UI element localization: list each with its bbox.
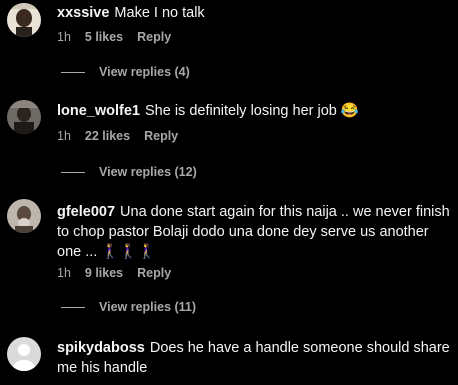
replies-divider-line bbox=[61, 172, 85, 174]
avatar[interactable] bbox=[7, 199, 41, 233]
view-replies-label: View replies (11) bbox=[99, 300, 197, 314]
comment-body: lone_wolfe1 She is definitely losing her … bbox=[57, 101, 452, 121]
reply-button[interactable]: Reply bbox=[137, 266, 171, 280]
view-replies-button[interactable]: View replies (4) bbox=[61, 65, 190, 79]
comment-username[interactable]: gfele007 bbox=[57, 204, 115, 220]
comment-text: Make I no talk bbox=[114, 5, 205, 21]
view-replies-label: View replies (4) bbox=[99, 65, 190, 79]
replies-divider-line bbox=[61, 72, 85, 74]
comment-body: spikydaboss Does he have a handle someone… bbox=[57, 338, 452, 378]
comment-likes[interactable]: 9 likes bbox=[85, 266, 123, 280]
comment-body: xxssive Make I no talk bbox=[57, 3, 452, 23]
view-replies-button[interactable]: View replies (11) bbox=[61, 300, 196, 314]
avatar[interactable] bbox=[7, 100, 41, 134]
reply-button[interactable]: Reply bbox=[137, 30, 171, 44]
comment-meta: 1h 22 likes Reply bbox=[57, 129, 192, 143]
view-replies-button[interactable]: View replies (12) bbox=[61, 165, 197, 179]
comment-time: 1h bbox=[57, 30, 71, 44]
comment-text: Una done start again for this naija .. w… bbox=[57, 204, 450, 260]
comment-time: 1h bbox=[57, 266, 71, 280]
comment-username[interactable]: xxssive bbox=[57, 5, 109, 21]
comment-username[interactable]: lone_wolfe1 bbox=[57, 103, 140, 119]
comment-meta: 1h 9 likes Reply bbox=[57, 266, 185, 280]
reply-button[interactable]: Reply bbox=[144, 129, 178, 143]
comment-likes[interactable]: 22 likes bbox=[85, 129, 130, 143]
view-replies-label: View replies (12) bbox=[99, 165, 197, 179]
comment-likes[interactable]: 5 likes bbox=[85, 30, 123, 44]
comment-body: gfele007 Una done start again for this na… bbox=[57, 202, 452, 262]
comment-time: 1h bbox=[57, 129, 71, 143]
comment-text: She is definitely losing her job 😂 bbox=[145, 103, 359, 119]
comment-username[interactable]: spikydaboss bbox=[57, 340, 145, 356]
replies-divider-line bbox=[61, 307, 85, 309]
comment-meta: 1h 5 likes Reply bbox=[57, 30, 185, 44]
avatar[interactable] bbox=[7, 3, 41, 37]
avatar[interactable] bbox=[7, 337, 41, 371]
